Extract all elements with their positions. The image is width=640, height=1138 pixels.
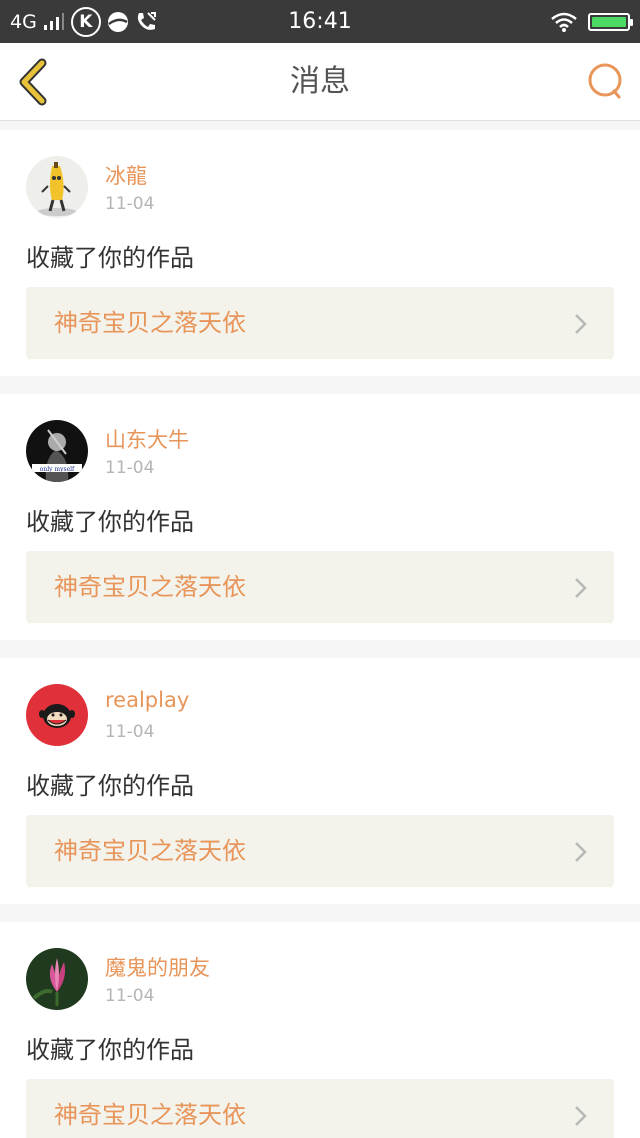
message-card: 冰龍 11-04 收藏了你的作品 神奇宝贝之落天依 [0, 130, 640, 376]
chevron-right-icon [575, 842, 587, 862]
search-button[interactable] [586, 61, 626, 103]
avatar-caption: only myself [40, 466, 75, 473]
message-card: 魔鬼的朋友 11-04 收藏了你的作品 神奇宝贝之落天依 [0, 922, 640, 1138]
avatar[interactable] [26, 948, 88, 1010]
username[interactable]: 山东大牛 [105, 424, 189, 454]
action-text: 收藏了你的作品 [26, 1036, 194, 1064]
header: 消息 [0, 43, 640, 121]
username[interactable]: 冰龍 [105, 160, 147, 190]
message-card: realplay 11-04 收藏了你的作品 神奇宝贝之落天依 [0, 658, 640, 904]
status-bar: 4G K 16:41 [0, 0, 640, 43]
action-text: 收藏了你的作品 [26, 772, 194, 800]
flower-avatar-icon [26, 948, 88, 1010]
username[interactable]: realplay [105, 688, 189, 712]
chevron-right-icon [575, 314, 587, 334]
work-title: 神奇宝贝之落天依 [54, 1101, 246, 1129]
clock: 16:41 [288, 9, 352, 34]
message-date: 11-04 [105, 194, 155, 214]
work-title: 神奇宝贝之落天依 [54, 573, 246, 601]
banana-avatar-icon [26, 156, 88, 218]
message-date: 11-04 [105, 722, 155, 742]
work-link-button[interactable]: 神奇宝贝之落天依 [26, 551, 614, 623]
chevron-right-icon [575, 1106, 587, 1126]
wifi-icon [551, 12, 577, 32]
battery-icon [588, 12, 633, 31]
monkey-avatar-icon [26, 684, 88, 746]
search-icon [588, 63, 622, 99]
page-title: 消息 [290, 64, 350, 99]
work-title: 神奇宝贝之落天依 [54, 309, 246, 337]
work-link-button[interactable]: 神奇宝贝之落天依 [26, 1079, 614, 1138]
avatar[interactable] [26, 684, 88, 746]
status-right [550, 0, 633, 43]
action-text: 收藏了你的作品 [26, 508, 194, 536]
avatar[interactable] [26, 156, 88, 218]
work-link-button[interactable]: 神奇宝贝之落天依 [26, 815, 614, 887]
message-card: only myself 山东大牛 11-04 收藏了你的作品 神奇宝贝之落天依 [0, 394, 640, 640]
work-title: 神奇宝贝之落天依 [54, 837, 246, 865]
message-date: 11-04 [105, 458, 155, 478]
avatar[interactable]: only myself [26, 420, 88, 482]
battery-level [592, 16, 626, 27]
chevron-right-icon [575, 578, 587, 598]
portrait-avatar-icon: only myself [26, 420, 88, 482]
message-date: 11-04 [105, 986, 155, 1006]
work-link-button[interactable]: 神奇宝贝之落天依 [26, 287, 614, 359]
username[interactable]: 魔鬼的朋友 [105, 952, 210, 982]
action-text: 收藏了你的作品 [26, 244, 194, 272]
